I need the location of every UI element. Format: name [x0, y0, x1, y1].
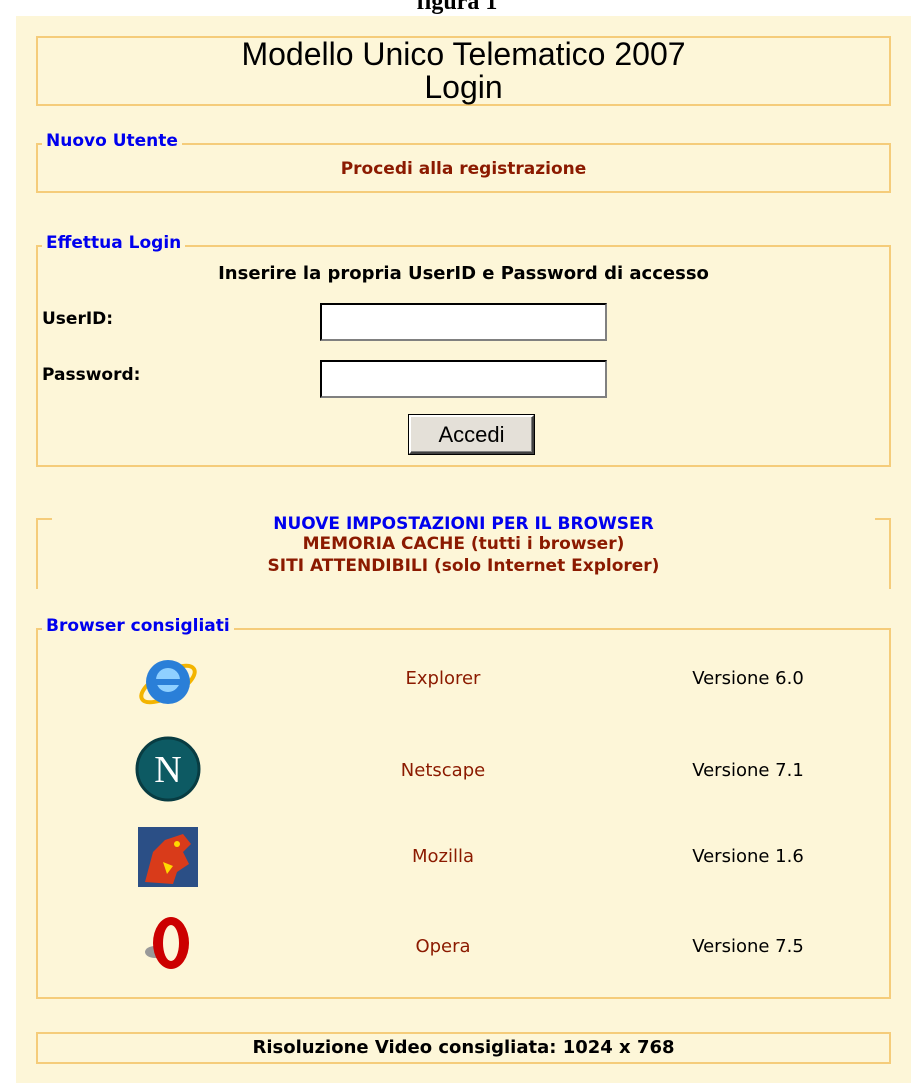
browser-version-opera: Versione 7.5 [692, 936, 804, 957]
login-panel: Modello Unico Telematico 2007 Login Nuov… [16, 16, 911, 1083]
register-link[interactable]: Procedi alla registrazione [38, 159, 889, 179]
userid-input[interactable] [320, 303, 607, 341]
header-box: Modello Unico Telematico 2007 Login [36, 36, 891, 106]
browser-settings-box: NUOVE IMPOSTAZIONI PER IL BROWSER MEMORI… [36, 514, 891, 589]
browser-version-netscape: Versione 7.1 [692, 760, 804, 781]
new-user-legend: Nuovo Utente [42, 131, 182, 151]
recommended-browsers-fieldset: Browser consigliati Explorer Versione 6.… [36, 616, 891, 999]
browser-row-opera: Opera Versione 7.5 [38, 908, 889, 988]
trusted-sites-link[interactable]: SITI ATTENDIBILI (solo Internet Explorer… [38, 556, 889, 576]
browser-row-explorer: Explorer Versione 6.0 [38, 646, 889, 726]
browser-name-explorer[interactable]: Explorer [368, 668, 518, 689]
password-label: Password: [42, 365, 141, 385]
resolution-box: Risoluzione Video consigliata: 1024 x 76… [36, 1032, 891, 1064]
new-user-fieldset: Nuovo Utente Procedi alla registrazione [36, 131, 891, 193]
figure-caption: figura 1 [416, 0, 498, 15]
netscape-icon: N [135, 736, 201, 802]
browser-version-mozilla: Versione 1.6 [692, 846, 804, 867]
browser-version-explorer: Versione 6.0 [692, 668, 804, 689]
browser-name-netscape[interactable]: Netscape [368, 760, 518, 781]
page-title: Modello Unico Telematico 2007 [241, 36, 686, 72]
recommended-browsers-legend: Browser consigliati [42, 616, 234, 636]
userid-label: UserID: [42, 309, 114, 329]
internet-explorer-icon [139, 660, 197, 705]
browser-name-opera[interactable]: Opera [368, 936, 518, 957]
resolution-note: Risoluzione Video consigliata: 1024 x 76… [252, 1037, 675, 1058]
opera-icon [145, 917, 189, 969]
browser-name-mozilla[interactable]: Mozilla [368, 846, 518, 867]
cache-settings-link[interactable]: MEMORIA CACHE (tutti i browser) [38, 534, 889, 554]
browser-row-netscape: N Netscape Versione 7.1 [38, 734, 889, 814]
login-fieldset: Effettua Login Inserire la propria UserI… [36, 233, 891, 467]
page-subtitle: Login [424, 69, 503, 105]
login-button[interactable]: Accedi [409, 415, 534, 454]
login-instructions: Inserire la propria UserID e Password di… [218, 263, 709, 284]
browser-row-mozilla: Mozilla Versione 1.6 [38, 822, 889, 902]
browser-settings-heading: NUOVE IMPOSTAZIONI PER IL BROWSER [273, 514, 654, 534]
svg-text:N: N [154, 749, 181, 791]
mozilla-icon [138, 827, 198, 887]
login-legend: Effettua Login [42, 233, 186, 253]
password-input[interactable] [320, 360, 607, 398]
